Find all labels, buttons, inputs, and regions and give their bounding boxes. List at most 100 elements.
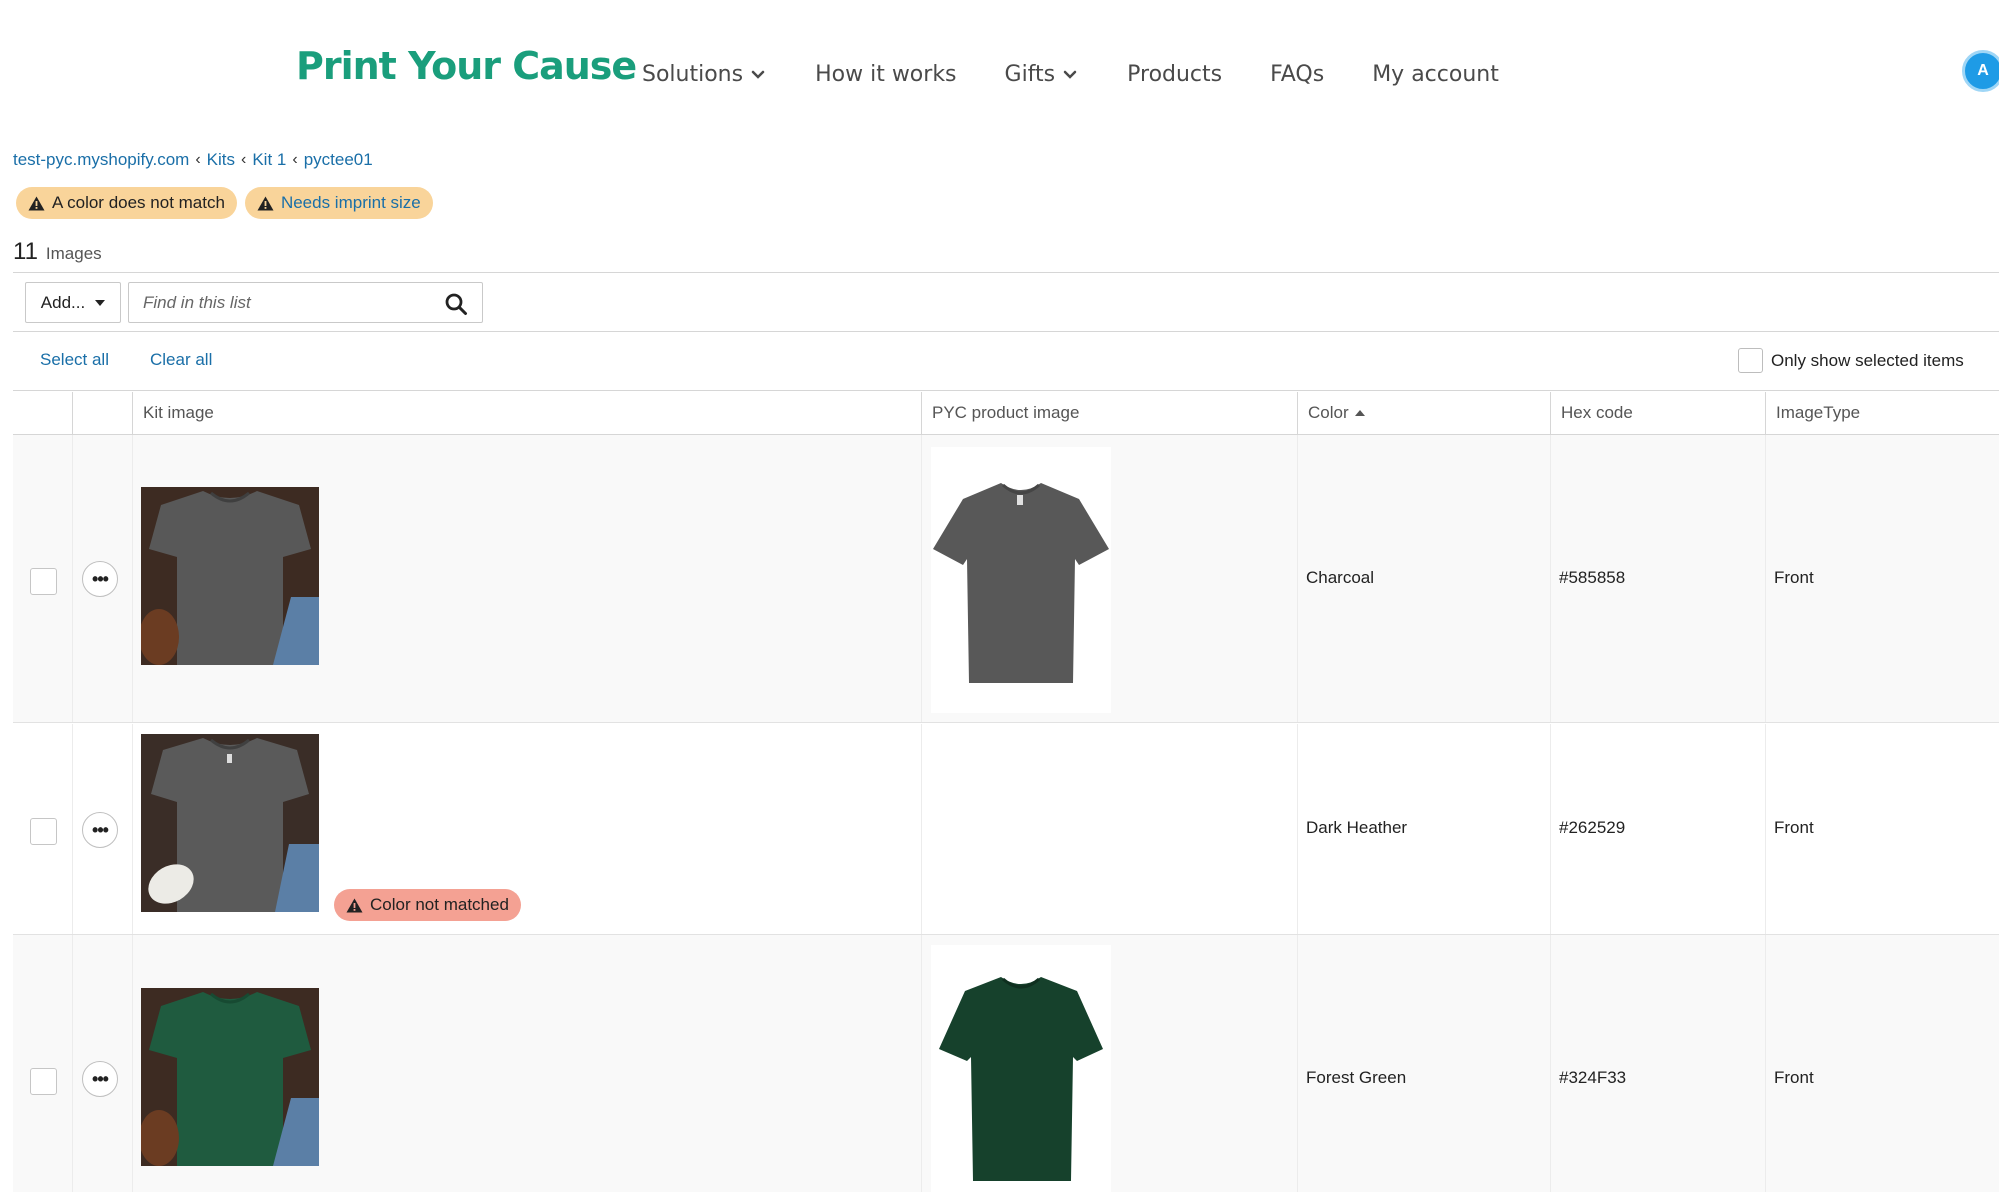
only-selected-toggle[interactable]: Only show selected items (1738, 348, 1964, 373)
add-dropdown-button[interactable]: Add... (25, 282, 121, 323)
breadcrumb-store[interactable]: test-pyc.myshopify.com (13, 150, 189, 170)
user-avatar[interactable]: A (1962, 50, 1999, 92)
nav-gifts[interactable]: Gifts (1005, 62, 1080, 87)
warning-badges: A color does not match Needs imprint siz… (16, 187, 433, 219)
nav-how-it-works-label: How it works (815, 62, 957, 87)
main-nav: Solutions How it works Gifts Products FA… (642, 62, 1499, 87)
search-icon[interactable] (444, 292, 468, 316)
cell-hex: #585858 (1559, 568, 1626, 587)
cell-color: Forest Green (1306, 1068, 1407, 1087)
caret-down-icon (95, 299, 106, 306)
kit-image[interactable] (141, 734, 319, 912)
column-header-actions (72, 392, 132, 434)
warning-icon (346, 898, 363, 912)
nav-solutions[interactable]: Solutions (642, 62, 767, 87)
column-header-color-label: Color (1308, 403, 1349, 422)
row-checkbox[interactable] (30, 818, 57, 845)
cell-color: Charcoal (1306, 568, 1375, 587)
column-header-select (13, 392, 72, 434)
column-header-pyc-image-label: PYC product image (932, 403, 1080, 422)
breadcrumb-kit[interactable]: Kit 1 (252, 150, 286, 170)
row-actions-button[interactable]: ••• (82, 1061, 118, 1097)
nav-faqs-label: FAQs (1270, 62, 1325, 87)
column-divider (1297, 935, 1298, 1192)
cell-image-type: Front (1774, 568, 1814, 587)
nav-gifts-label: Gifts (1004, 62, 1056, 87)
column-divider (921, 724, 922, 934)
add-button-label: Add... (40, 292, 86, 312)
column-header-image-type-label: ImageType (1776, 403, 1861, 422)
column-header-image-type[interactable]: ImageType (1765, 392, 1999, 434)
warning-icon (257, 196, 274, 210)
nav-my-account-label: My account (1372, 62, 1499, 87)
sort-ascending-icon (1354, 410, 1365, 416)
column-divider (1765, 935, 1766, 1192)
cell-image-type: Front (1774, 1068, 1814, 1087)
chevron-left-icon: ‹ (195, 151, 201, 168)
chevron-down-icon (1063, 70, 1077, 79)
cell-hex: #262529 (1559, 818, 1626, 837)
chevron-down-icon (751, 70, 765, 79)
column-divider (132, 724, 133, 934)
nav-my-account[interactable]: My account (1372, 62, 1499, 87)
column-divider (1550, 435, 1551, 722)
search-box (128, 282, 483, 323)
breadcrumb-kits[interactable]: Kits (207, 150, 235, 170)
column-divider (1297, 724, 1298, 934)
nav-products[interactable]: Products (1127, 62, 1222, 87)
column-header-color[interactable]: Color (1297, 392, 1550, 434)
column-divider (1297, 435, 1298, 722)
kit-image[interactable] (141, 988, 319, 1166)
divider (13, 272, 1999, 273)
nav-solutions-label: Solutions (642, 62, 744, 87)
column-divider (1765, 435, 1766, 722)
search-input[interactable] (143, 292, 433, 314)
nav-faqs[interactable]: FAQs (1270, 62, 1324, 87)
table-row[interactable]: ••• Color not matched Dark Heather #2625… (13, 724, 1999, 935)
warning-badge-color[interactable]: A color does not match (16, 187, 237, 219)
kit-image[interactable] (141, 487, 319, 665)
site-logo[interactable]: Print Your Cause (296, 44, 637, 88)
only-selected-checkbox[interactable] (1738, 348, 1763, 373)
cell-hex: #324F33 (1559, 1068, 1627, 1087)
column-divider (132, 935, 133, 1192)
cell-image-type: Front (1774, 818, 1814, 837)
pyc-product-image[interactable] (931, 945, 1111, 1192)
column-divider (132, 435, 133, 722)
column-header-hex[interactable]: Hex code (1550, 392, 1765, 434)
row-checkbox[interactable] (30, 1068, 57, 1095)
column-divider (921, 935, 922, 1192)
warning-badge-imprint-label: Needs imprint size (280, 193, 421, 212)
only-selected-label: Only show selected items (1771, 350, 1964, 370)
clear-all-link[interactable]: Clear all (150, 350, 212, 370)
row-checkbox[interactable] (30, 568, 57, 595)
table-row[interactable]: ••• Charcoal #585858 Front (13, 435, 1999, 723)
breadcrumb-product[interactable]: pyctee01 (304, 150, 373, 170)
chevron-left-icon: ‹ (292, 151, 298, 168)
column-header-kit-image-label: Kit image (143, 403, 214, 422)
warning-badge-imprint[interactable]: Needs imprint size (244, 187, 433, 219)
column-divider (72, 935, 73, 1192)
column-divider (1765, 724, 1766, 934)
row-actions-button[interactable]: ••• (82, 812, 118, 848)
site-header: Print Your Cause Solutions How it works … (0, 0, 1999, 150)
nav-how-it-works[interactable]: How it works (815, 62, 956, 87)
column-divider (72, 724, 73, 934)
row-actions-button[interactable]: ••• (82, 561, 118, 597)
chevron-left-icon: ‹ (241, 151, 247, 168)
table-row[interactable]: ••• Forest Green #324F33 Front (13, 935, 1999, 1192)
column-header-kit-image[interactable]: Kit image (132, 392, 921, 434)
color-not-matched-label: Color not matched (370, 895, 509, 914)
divider (13, 390, 1999, 391)
image-count-label: Images (45, 244, 102, 263)
color-not-matched-badge[interactable]: Color not matched (334, 889, 521, 921)
pyc-product-image[interactable] (931, 447, 1111, 713)
warning-badge-color-label: A color does not match (52, 193, 225, 212)
column-divider (72, 435, 73, 722)
column-header-pyc-image[interactable]: PYC product image (921, 392, 1297, 434)
divider (13, 331, 1999, 332)
nav-products-label: Products (1127, 62, 1223, 87)
select-all-link[interactable]: Select all (40, 350, 109, 370)
column-divider (1550, 724, 1551, 934)
image-count: 11 Images (13, 238, 102, 266)
